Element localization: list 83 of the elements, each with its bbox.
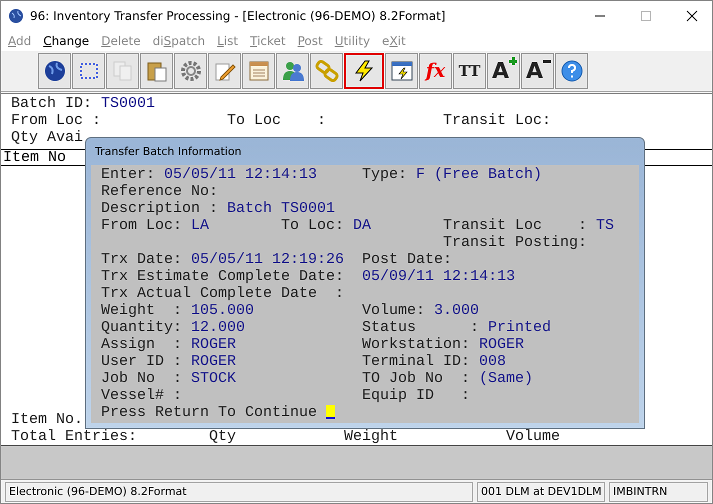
field-value: TS xyxy=(596,217,614,234)
field-label: Volume xyxy=(506,428,562,445)
toolbar-button[interactable] xyxy=(385,53,418,89)
column-header: Item No xyxy=(3,149,66,166)
toolbar-button[interactable]: fx xyxy=(419,53,452,89)
text-cursor xyxy=(326,405,336,420)
field-label: Reference No: xyxy=(101,183,218,200)
form-icon xyxy=(246,59,270,83)
prompt-text: Press Return To Continue xyxy=(101,404,318,421)
field-label: Quantity: xyxy=(101,319,182,336)
field-value: ROGER xyxy=(479,336,524,353)
field-label: Batch ID: xyxy=(11,95,92,112)
field-label: Trx Date: xyxy=(101,251,182,268)
field-label: Weight xyxy=(344,428,400,445)
field-label: Transit Loc : xyxy=(443,217,588,234)
window-lightning-icon xyxy=(390,59,414,83)
toolbar-button[interactable]: A xyxy=(487,53,520,89)
help-icon xyxy=(560,59,584,83)
field-label: Qty Avai xyxy=(11,129,84,146)
close-icon[interactable] xyxy=(686,10,698,22)
field-label: From Loc: xyxy=(101,217,182,234)
status-panel: Electronic (96-DEMO) 8.2Format xyxy=(5,482,473,502)
field-value: Printed xyxy=(488,319,552,336)
toolbar-button[interactable] xyxy=(344,53,384,89)
field-value: 05/05/11 12:14:13 xyxy=(164,166,318,183)
field-label: To Loc: xyxy=(281,217,344,234)
lightning-icon xyxy=(352,59,376,83)
field-label: Transit Posting: xyxy=(443,234,588,251)
field-label: Job No : xyxy=(101,370,182,387)
field-value: (Same) xyxy=(479,370,534,387)
field-value: F (Free Batch) xyxy=(416,166,542,183)
globe-icon xyxy=(42,59,66,83)
field-label: Trx Estimate Complete Date: xyxy=(101,268,346,285)
field-label: Vessel# : xyxy=(101,387,182,404)
field-value: Batch TS0001 xyxy=(227,200,336,217)
field-value: STOCK xyxy=(191,370,236,387)
status-panel: 001 DLM at DEV1DLM xyxy=(477,482,605,502)
field-label: Qty xyxy=(209,428,238,445)
gear-icon xyxy=(178,59,202,83)
field-label: Terminal ID: xyxy=(362,353,470,370)
chain-icon xyxy=(314,59,338,83)
field-value: DA xyxy=(353,217,372,234)
field-label: Type: xyxy=(362,166,408,183)
field-value: LA xyxy=(191,217,210,234)
field-label: Transit Loc: xyxy=(443,112,552,129)
field-value: 105.000 xyxy=(191,302,254,319)
field-label: Item No. xyxy=(11,411,84,428)
toolbar-button[interactable] xyxy=(555,53,588,89)
menu-item[interactable]: Change xyxy=(43,34,90,48)
dialog-title: Transfer Batch Information xyxy=(95,145,242,158)
toolbar-button[interactable]: TT xyxy=(453,53,486,89)
field-label: Volume: xyxy=(362,302,426,319)
field-value: ROGER xyxy=(191,336,236,353)
field-label: From Loc : xyxy=(11,112,102,129)
window-title: 96: Inventory Transfer Processing - [Electronic (96-DEMO) 8.2Format] xyxy=(30,9,446,23)
field-label: Workstation: xyxy=(362,336,470,353)
field-label: TO Job No : xyxy=(362,370,470,387)
toolbar-button[interactable] xyxy=(38,53,71,89)
field-label: Status : xyxy=(362,319,480,336)
field-label: Total Entries: xyxy=(11,428,138,445)
field-label: Equip ID : xyxy=(362,387,470,404)
field-value: 05/09/11 12:14:13 xyxy=(362,268,516,285)
toolbar-button[interactable]: A xyxy=(521,53,554,89)
field-label: To Loc : xyxy=(227,112,328,129)
field-value: 05/05/11 12:19:26 xyxy=(191,251,344,268)
field-value: TS0001 xyxy=(101,95,156,112)
field-value: 12.000 xyxy=(191,319,246,336)
field-label: Trx Actual Complete Date : xyxy=(101,285,344,302)
field-label: Enter: xyxy=(101,166,156,183)
field-value: 3.000 xyxy=(434,302,480,319)
field-label: Assign : xyxy=(101,336,182,353)
field-label: Post Date: xyxy=(362,251,452,268)
toolbar-button[interactable] xyxy=(72,53,105,89)
field-value: 008 xyxy=(479,353,506,370)
field-label: Description : xyxy=(101,200,218,217)
field-label: User ID : xyxy=(101,353,182,370)
copy-icon xyxy=(110,59,134,83)
users-icon xyxy=(280,59,304,83)
field-value: ROGER xyxy=(191,353,236,370)
field-label: Weight : xyxy=(101,302,182,319)
toolbar-button[interactable] xyxy=(140,53,173,89)
globe-icon xyxy=(8,8,24,24)
status-panel: IMBINTRN xyxy=(609,482,708,502)
